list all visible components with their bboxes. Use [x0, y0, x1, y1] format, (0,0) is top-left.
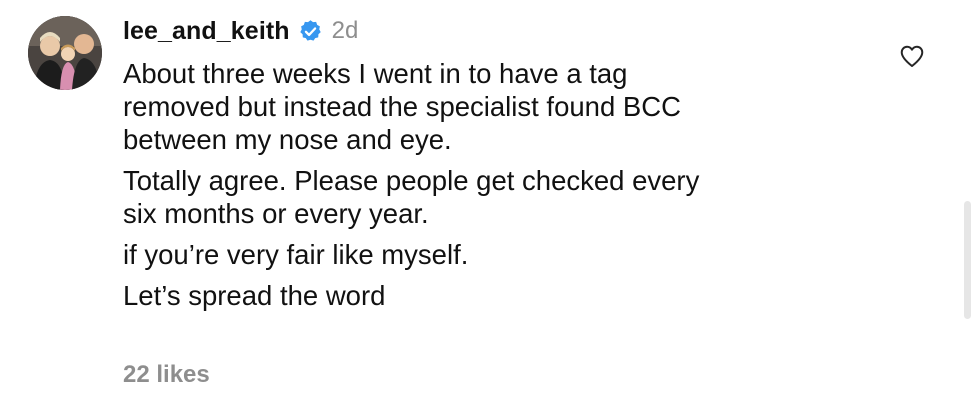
comment-body: About three weeks I went in to have a ta… — [123, 57, 883, 320]
comment: lee_and_keith 2d About three weeks I wen… — [0, 0, 980, 409]
comment-paragraph: Totally agree. Please people get checked… — [123, 165, 700, 229]
comment-paragraph: Let’s spread the word — [123, 280, 386, 311]
avatar[interactable] — [28, 16, 102, 90]
avatar-photo-icon — [28, 16, 102, 90]
comment-timestamp[interactable]: 2d — [332, 17, 359, 45]
comment-paragraph: About three weeks I went in to have a ta… — [123, 58, 681, 155]
verified-badge-icon — [299, 19, 321, 41]
likes-count-link[interactable]: 22 likes — [123, 361, 210, 389]
heart-outline-icon[interactable] — [898, 42, 926, 70]
comment-paragraph: if you’re very fair like myself. — [123, 239, 469, 270]
scrollbar[interactable] — [964, 201, 971, 319]
username-link[interactable]: lee_and_keith — [123, 17, 290, 46]
comment-header: lee_and_keith 2d — [123, 13, 358, 49]
